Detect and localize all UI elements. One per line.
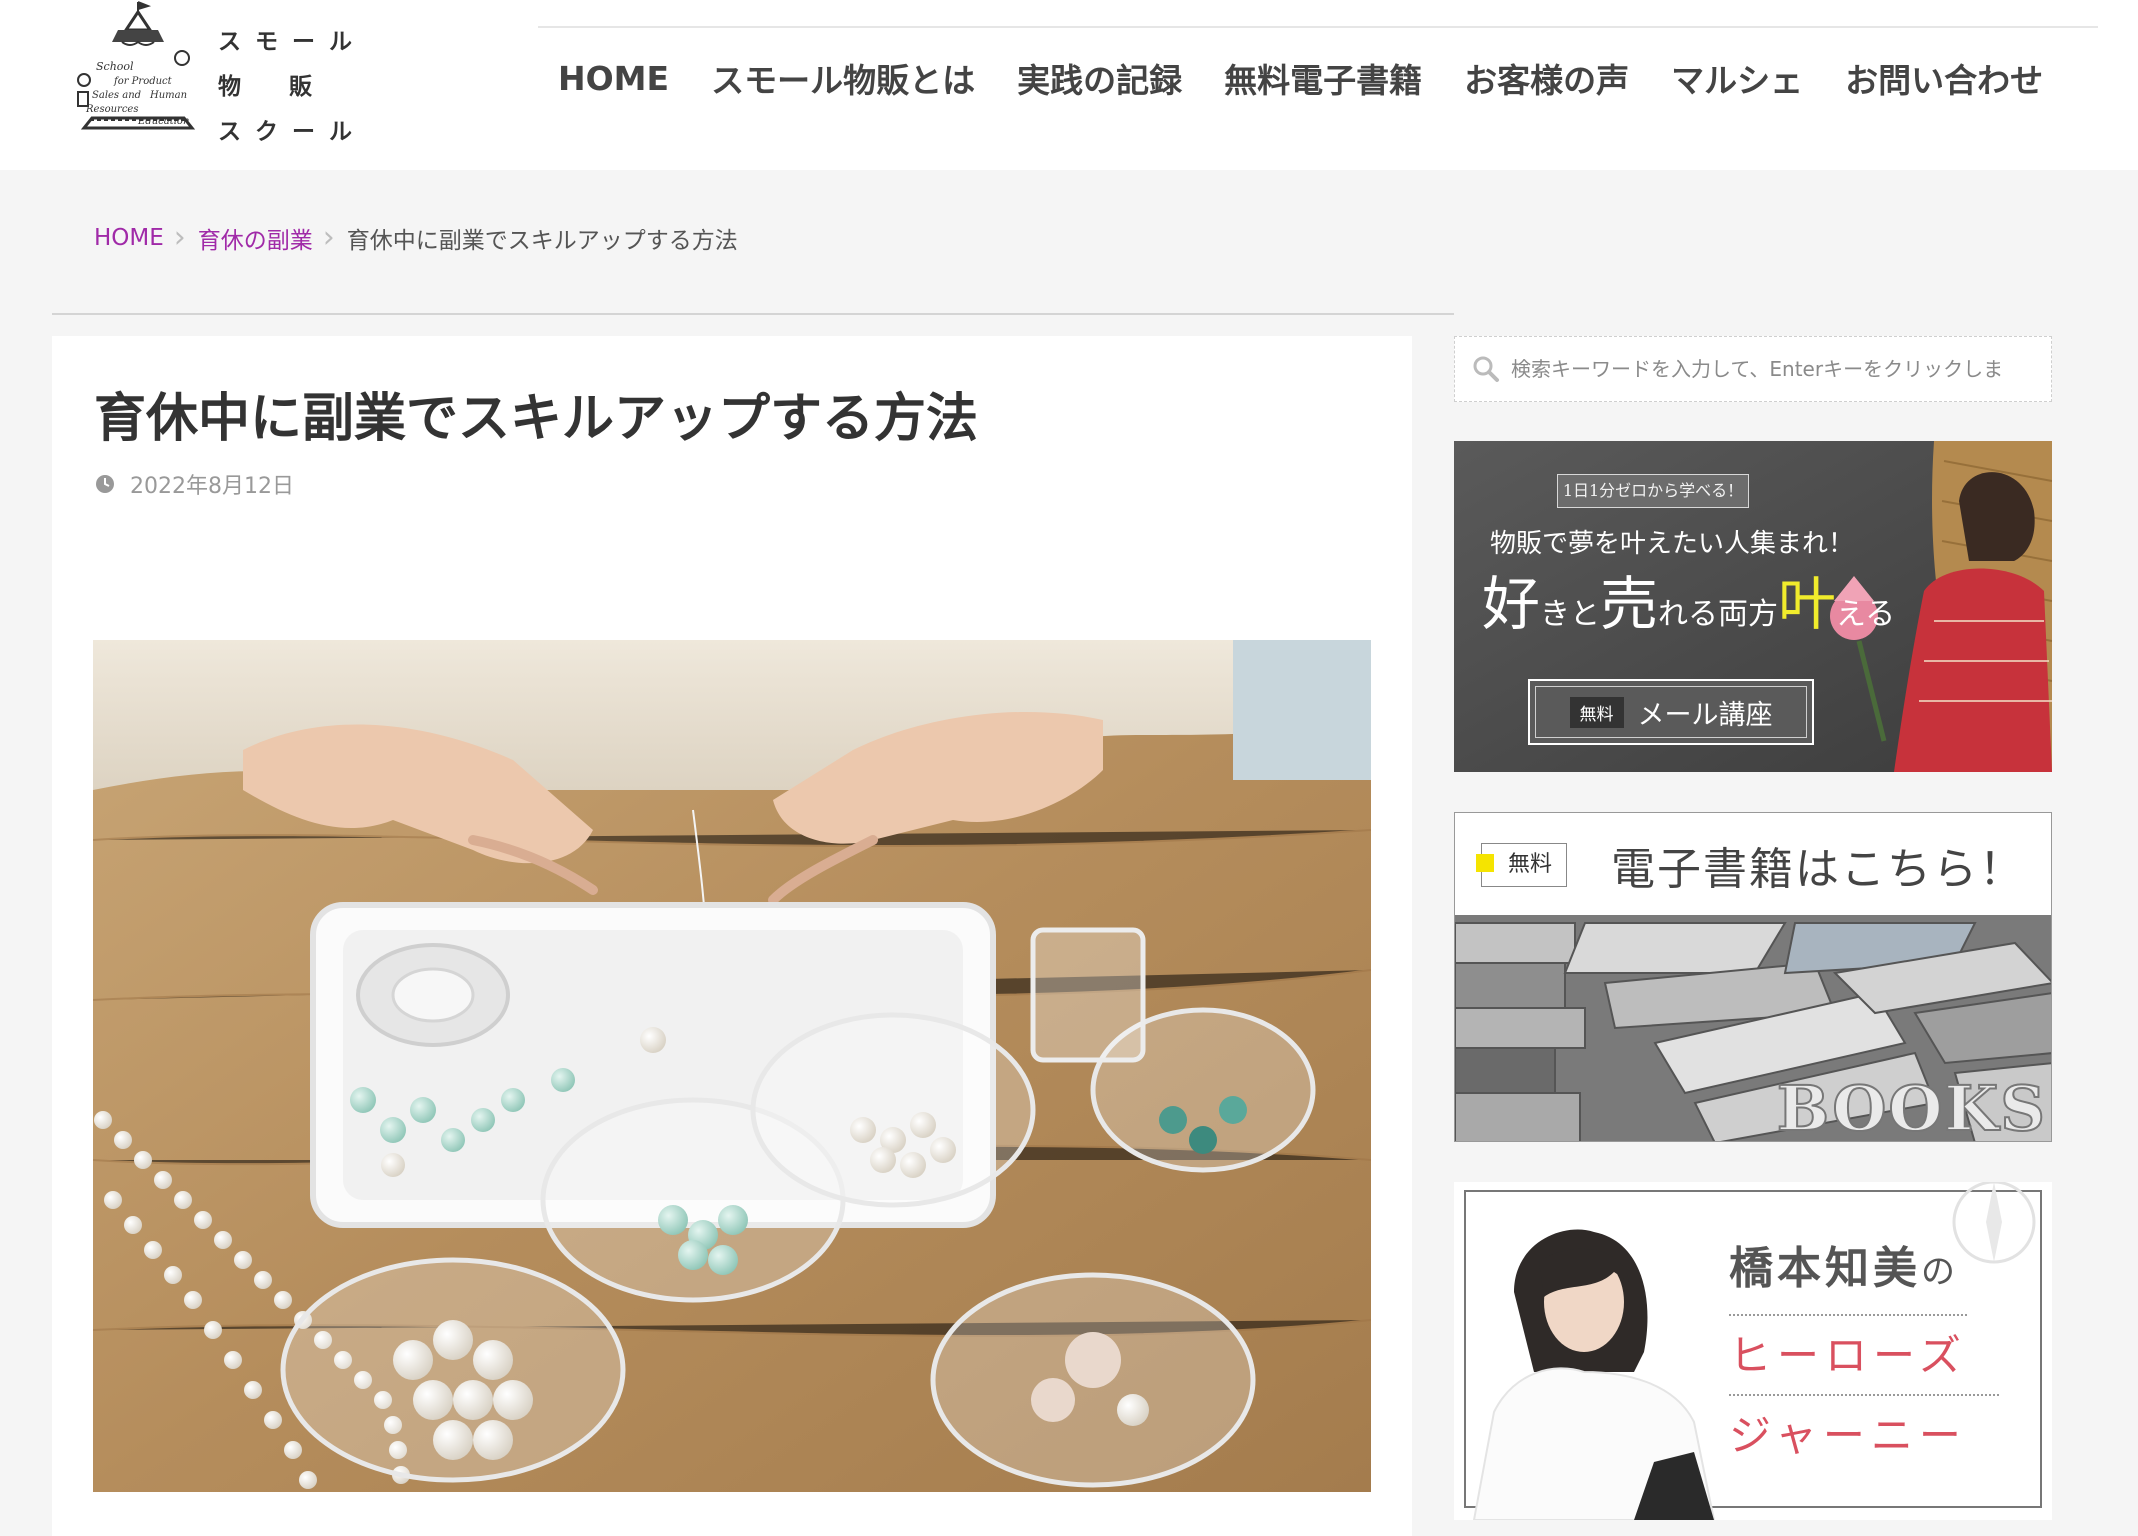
catch-big-a: 好 bbox=[1482, 570, 1541, 638]
post-date-text: 2022年8月12日 bbox=[130, 474, 294, 499]
heroes-banner-line2: ジャーニー bbox=[1729, 1394, 1999, 1463]
search-box bbox=[1454, 336, 2052, 402]
logo-line-3: スクール bbox=[218, 119, 366, 145]
nav-testimonials[interactable]: お客様の声 bbox=[1446, 44, 1647, 112]
main-nav: HOME スモール物販とは 実践の記録 無料電子書籍 お客様の声 マルシェ お問… bbox=[540, 48, 2067, 108]
breadcrumb-home[interactable]: HOME bbox=[94, 225, 164, 251]
logo-wordmark: スモール 物販 スクール bbox=[218, 20, 366, 155]
search-icon[interactable] bbox=[1471, 354, 1501, 384]
heroes-journey-banner[interactable]: 橋本知美の ヒーローズ ジャーニー bbox=[1454, 1182, 2052, 1520]
catch-small-d: える bbox=[1836, 597, 1896, 632]
logo-line-2-text: 物販 bbox=[218, 74, 360, 100]
catch-small-b: れる bbox=[1658, 597, 1719, 632]
nav-records[interactable]: 実践の記録 bbox=[999, 44, 1200, 112]
logo-line-2: 物販 bbox=[218, 65, 366, 110]
svg-text:for Product: for Product bbox=[113, 76, 173, 87]
heroes-banner-line1: ヒーローズ bbox=[1729, 1314, 1967, 1383]
search-input[interactable] bbox=[1509, 356, 2051, 382]
mail-banner-catchphrase: 好きと売れる両方叶える bbox=[1482, 569, 1895, 650]
catch-small-c: 両方 bbox=[1718, 597, 1779, 632]
svg-text:School: School bbox=[96, 60, 134, 73]
ebook-free-badge: 無料 bbox=[1475, 843, 1568, 887]
nav-contact[interactable]: お問い合わせ bbox=[1827, 44, 2061, 112]
circus-tent-logo-icon: School for Product Sales and Human Resou… bbox=[77, 1, 196, 130]
ebook-heading: 電子書籍はこちら！ bbox=[1611, 844, 2025, 895]
chevron-right-icon: › bbox=[322, 220, 335, 255]
clock-icon bbox=[96, 475, 114, 493]
nav-marche[interactable]: マルシェ bbox=[1653, 44, 1821, 112]
breadcrumb: HOME › 育休の副業 › 育休中に副業でスキルアップする方法 bbox=[94, 218, 738, 258]
chevron-right-icon: › bbox=[173, 220, 186, 255]
heroes-banner-name: 橋本知美の bbox=[1729, 1232, 1959, 1296]
heroes-banner-no: の bbox=[1921, 1252, 1959, 1292]
svg-text:Resources: Resources bbox=[85, 104, 138, 115]
catch-small-a: きと bbox=[1540, 597, 1601, 632]
article-card: 育休中に副業でスキルアップする方法 2022年8月12日 bbox=[52, 336, 1412, 1536]
logo-line-1: スモール bbox=[218, 29, 366, 55]
heroes-banner-name-text: 橋本知美 bbox=[1729, 1243, 1921, 1294]
breadcrumb-current: 育休中に副業でスキルアップする方法 bbox=[346, 228, 738, 254]
mail-banner-tag: 1日1分ゼロから学べる！ bbox=[1557, 474, 1749, 508]
ebook-banner[interactable]: 無料 電子書籍はこちら！ BOOKS bbox=[1454, 812, 2052, 1142]
featured-image bbox=[93, 640, 1371, 1492]
svg-text:Education: Education bbox=[137, 116, 189, 127]
site-header: School for Product Sales and Human Resou… bbox=[0, 0, 2138, 170]
mail-course-banner[interactable]: 1日1分ゼロから学べる！ 物販で夢を叶えたい人集まれ！ 好きと売れる両方叶える … bbox=[1454, 441, 2052, 772]
nav-free-ebook[interactable]: 無料電子書籍 bbox=[1206, 44, 1440, 112]
svg-text:Sales and: Sales and bbox=[92, 90, 141, 101]
svg-text:Human: Human bbox=[149, 90, 187, 101]
breadcrumb-divider bbox=[52, 313, 1454, 315]
nav-about[interactable]: スモール物販とは bbox=[693, 44, 993, 112]
nav-divider bbox=[538, 26, 2098, 28]
nav-home[interactable]: HOME bbox=[540, 49, 687, 108]
free-badge: 無料 bbox=[1569, 696, 1624, 728]
catch-big-b: 売 bbox=[1600, 570, 1659, 638]
site-logo[interactable]: School for Product Sales and Human Resou… bbox=[66, 0, 352, 150]
mail-course-button[interactable]: 無料 メール講座 bbox=[1528, 679, 1814, 745]
mail-banner-headline: 物販で夢を叶えたい人集まれ！ bbox=[1490, 529, 1855, 559]
mail-course-label: メール講座 bbox=[1637, 699, 1773, 731]
post-date: 2022年8月12日 bbox=[94, 468, 294, 500]
books-text: BOOKS bbox=[1776, 1071, 2047, 1142]
catch-big-c: 叶 bbox=[1778, 570, 1837, 638]
page-title: 育休中に副業でスキルアップする方法 bbox=[94, 388, 979, 449]
beadwork-photo bbox=[93, 640, 1371, 1492]
breadcrumb-category[interactable]: 育休の副業 bbox=[198, 221, 313, 255]
